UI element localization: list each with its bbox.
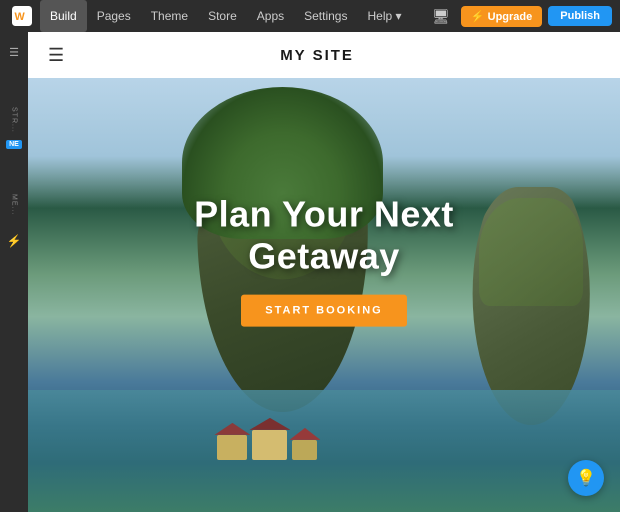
site-header: ☰ MY SITE: [28, 32, 620, 78]
site-title: MY SITE: [280, 47, 354, 64]
hero-overlay: Plan Your Next Getaway START BOOKING: [28, 194, 620, 327]
house-2: [252, 430, 287, 460]
media-label: ME...: [11, 194, 18, 215]
nav-tab-apps[interactable]: Apps: [247, 0, 294, 32]
nav-tab-store[interactable]: Store: [198, 0, 247, 32]
upgrade-button[interactable]: ⚡ Upgrade: [461, 6, 542, 27]
hero-title-line1: Plan Your Next: [28, 194, 620, 235]
topbar-right-actions: 🖥 ⚡ Upgrade Publish: [427, 6, 612, 27]
hamburger-icon: ☰: [9, 46, 19, 59]
hero-structures: [217, 420, 337, 460]
sidebar-new-badge-area: NE: [2, 140, 26, 149]
sidebar-item-menu[interactable]: ☰: [2, 40, 26, 64]
svg-text:W: W: [15, 11, 26, 23]
hero-section: Plan Your Next Getaway START BOOKING 💡: [28, 78, 620, 512]
hero-title: Plan Your Next Getaway: [28, 194, 620, 277]
fab-icon: 💡: [576, 468, 596, 488]
sidebar-item-flash[interactable]: ⚡: [2, 229, 26, 253]
left-sidebar: ☰ STR... NE ME... ⚡: [0, 32, 28, 512]
nav-tab-settings[interactable]: Settings: [294, 0, 357, 32]
flash-icon: ⚡: [7, 234, 22, 248]
nav-tab-build[interactable]: Build: [40, 0, 87, 32]
nav-tab-help[interactable]: Help ▾: [357, 0, 411, 32]
new-badge: NE: [6, 140, 22, 149]
site-hamburger-icon[interactable]: ☰: [48, 45, 64, 66]
weebly-logo[interactable]: W: [8, 2, 36, 30]
hero-cta-button[interactable]: START BOOKING: [241, 295, 406, 327]
canvas-area: ☰ MY SITE: [28, 32, 620, 512]
sidebar-item-str[interactable]: STR...: [2, 108, 26, 132]
nav-tab-pages[interactable]: Pages: [87, 0, 141, 32]
top-navigation-bar: W Build Pages Theme Store Apps Settings …: [0, 0, 620, 32]
fab-button[interactable]: 💡: [568, 460, 604, 496]
preview-icon[interactable]: 🖥: [427, 6, 455, 27]
house-1: [217, 435, 247, 460]
structure-label: STR...: [11, 107, 18, 133]
sidebar-item-me[interactable]: ME...: [2, 193, 26, 217]
publish-button[interactable]: Publish: [548, 6, 612, 26]
main-area: ☰ STR... NE ME... ⚡ ☰ MY SITE: [0, 32, 620, 512]
hero-title-line2: Getaway: [28, 235, 620, 276]
nav-tab-theme[interactable]: Theme: [141, 0, 198, 32]
house-3: [292, 440, 317, 460]
